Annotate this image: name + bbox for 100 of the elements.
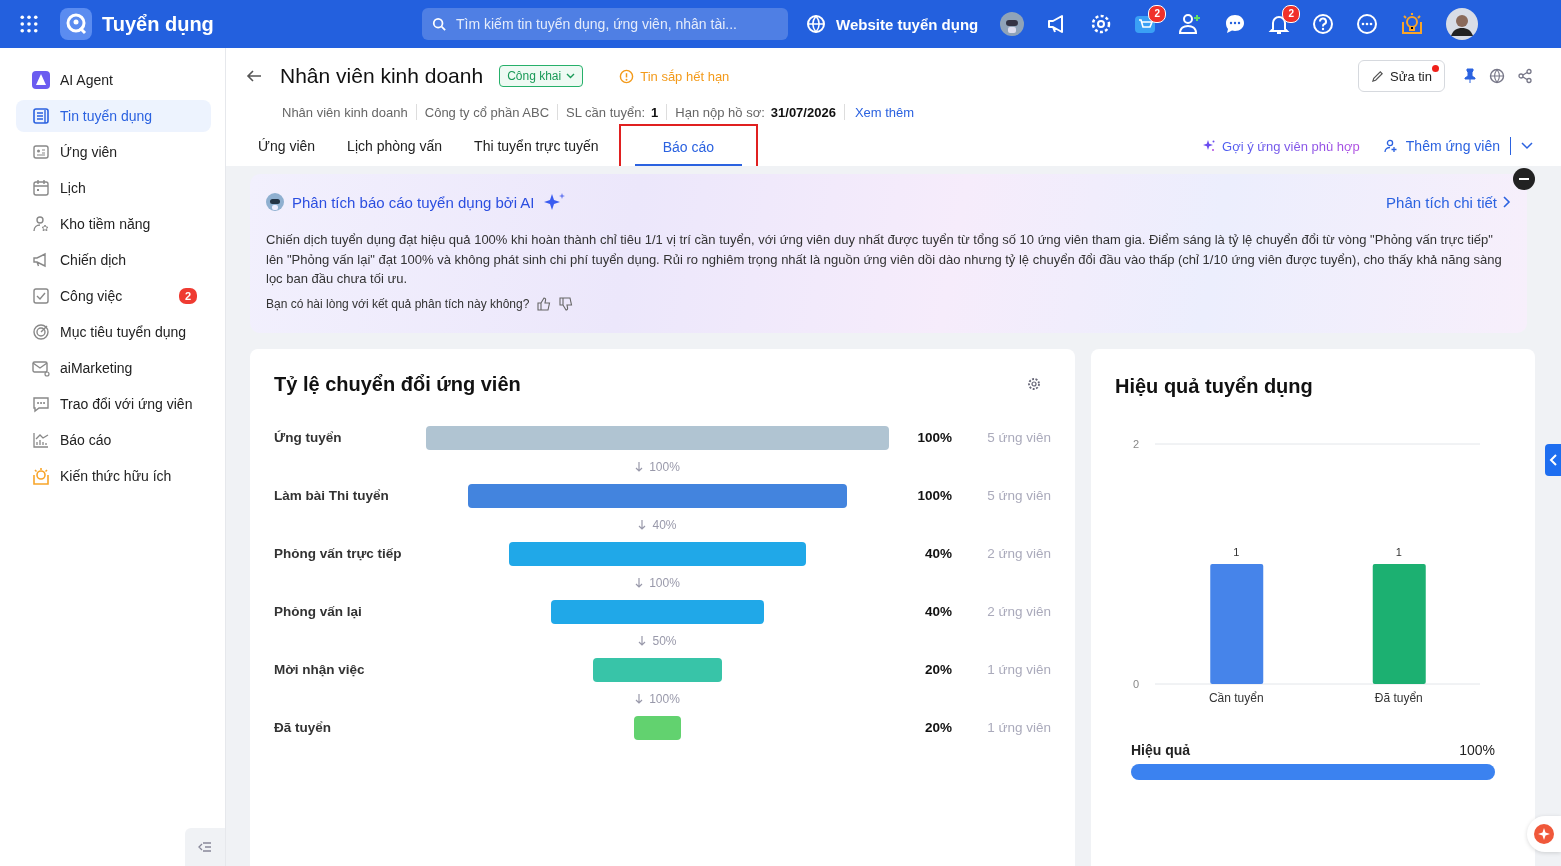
apps-icon[interactable] — [20, 15, 38, 33]
stage-percent: 100% — [916, 488, 952, 503]
stage-count: 5 ứng viên — [986, 488, 1051, 503]
stage-percent: 100% — [916, 430, 952, 445]
tab[interactable]: Ứng viên — [258, 128, 332, 164]
stage-name: Phỏng vấn lại — [274, 604, 363, 619]
down-arrow-icon — [635, 577, 644, 588]
job-meta-label: Hạn nộp hồ sơ: — [675, 104, 765, 120]
thumbs-up-icon[interactable] — [537, 296, 552, 311]
job-title: Nhân viên kinh doanh — [280, 64, 484, 88]
chevron-down-icon[interactable] — [1521, 142, 1533, 150]
sidebar-item[interactable]: Kiến thức hữu ích — [16, 460, 211, 492]
job-meta-value: 1 — [651, 104, 659, 120]
job-meta-label: SL cần tuyển: — [566, 104, 646, 120]
job-meta-label: Công ty cổ phần ABC — [424, 104, 550, 120]
conversion-rate: 100% — [649, 459, 680, 474]
stage-name: Mời nhận việc — [274, 662, 366, 677]
notification-dot — [1432, 65, 1439, 72]
sidebar-item-icon — [32, 179, 50, 197]
visibility-dropdown[interactable]: Công khai — [499, 65, 584, 87]
edit-button[interactable]: Sửa tin — [1358, 60, 1445, 92]
card-title: Tỷ lệ chuyển đổi ứng viên — [274, 372, 521, 396]
down-arrow-icon — [635, 693, 644, 704]
stage-percent: 40% — [923, 604, 952, 619]
back-arrow-icon[interactable] — [246, 69, 262, 83]
user-avatar[interactable] — [1446, 8, 1479, 40]
sidebar-item[interactable]: Mục tiêu tuyển dụng — [16, 316, 211, 348]
job-meta-value: 31/07/2026 — [770, 104, 836, 120]
sidebar-item-icon — [32, 467, 50, 485]
sidebar-item-icon — [32, 359, 50, 377]
tab[interactable]: Thi tuyển trực tuyến — [458, 128, 615, 164]
sidebar-item-icon — [32, 323, 50, 341]
conversion-rate: 100% — [649, 691, 680, 706]
sidebar-item[interactable]: Kho tiềm năng — [16, 208, 211, 240]
settings-icon[interactable] — [1027, 377, 1041, 391]
chevron-right-icon — [1503, 196, 1511, 208]
sidebar-item[interactable]: Trao đổi với ứng viên — [16, 388, 211, 420]
stage-percent: 20% — [923, 662, 952, 677]
tab[interactable]: Lịch phòng vấn — [331, 128, 459, 164]
lightbulb-icon[interactable] — [1400, 12, 1425, 36]
see-more-link[interactable]: Xem thêm — [854, 104, 915, 120]
x-axis-label: Cần tuyển — [1208, 690, 1264, 705]
count-badge: 2 — [178, 288, 197, 304]
thumbs-down-icon[interactable] — [559, 296, 574, 311]
add-user-icon — [1383, 139, 1398, 153]
more-icon[interactable] — [1356, 13, 1379, 35]
y-tick-label: 0 — [1132, 677, 1139, 690]
sidebar-item[interactable]: AI Agent — [16, 64, 211, 96]
sidebar-item-icon — [32, 395, 50, 413]
collapse-panel-button[interactable] — [1513, 168, 1535, 190]
sidebar-item[interactable]: Công việc 2 — [16, 280, 211, 312]
collapse-icon — [198, 841, 212, 853]
stage-percent: 20% — [923, 720, 952, 735]
sidebar-item[interactable]: Lịch — [16, 172, 211, 204]
globe-icon[interactable] — [1489, 68, 1505, 84]
add-user-icon[interactable] — [1178, 12, 1203, 36]
help-icon[interactable] — [1312, 13, 1335, 35]
app-title: Tuyển dụng — [102, 12, 215, 36]
sidebar-item[interactable]: Tin tuyển dụng — [16, 100, 211, 132]
website-link[interactable]: Website tuyển dụng — [836, 15, 979, 33]
add-candidate-button[interactable]: Thêm ứng viên — [1383, 138, 1500, 154]
progress-reading: 100% — [1459, 741, 1495, 758]
stage-count: 5 ứng viên — [986, 430, 1051, 445]
robot-avatar-icon[interactable] — [1000, 12, 1025, 36]
sidebar-item[interactable]: aiMarketing — [16, 352, 211, 384]
chevron-left-icon — [1549, 454, 1557, 466]
stage-percent: 40% — [923, 546, 952, 561]
sidebar-item[interactable]: Ứng viên — [16, 136, 211, 168]
bot-icon — [266, 193, 284, 211]
bar-value-label: 1 — [1395, 545, 1402, 558]
notification-badge: 2 — [1282, 5, 1301, 23]
pin-icon[interactable] — [1463, 68, 1477, 84]
bar-value-label: 1 — [1233, 545, 1240, 558]
stage-count: 1 ứng viên — [986, 662, 1051, 677]
stage-name: Đã tuyển — [274, 720, 332, 735]
search-field[interactable]: Tìm kiếm tin tuyển dụng, ứng viên, nhân tài... — [422, 8, 788, 40]
caret-icon — [566, 73, 576, 79]
feedback-question: Bạn có hài lòng với kết quả phân tích này không? — [266, 296, 530, 311]
warning-icon — [619, 68, 635, 84]
share-icon[interactable] — [1517, 68, 1533, 84]
down-arrow-icon — [635, 461, 644, 472]
y-tick-label: 2 — [1132, 437, 1139, 450]
detailed-analysis-link[interactable]: Phân tích chi tiết — [1386, 193, 1511, 211]
conversion-rate: 50% — [652, 633, 677, 648]
sidebar-item-icon — [32, 107, 50, 125]
down-arrow-icon — [638, 519, 647, 530]
sidebar-item[interactable]: Báo cáo — [16, 424, 211, 456]
settings-icon[interactable] — [1090, 13, 1113, 35]
sidebar-item-icon — [32, 287, 50, 305]
expand-panel-button[interactable] — [1545, 444, 1561, 476]
conversion-rate: 40% — [652, 517, 677, 532]
pencil-icon — [1371, 69, 1385, 83]
sparkle-icon — [1534, 824, 1554, 844]
sidebar-item[interactable]: Chiến dịch — [16, 244, 211, 276]
conversion-rate: 100% — [649, 575, 680, 590]
job-meta-label: Nhân viên kinh doanh — [282, 104, 408, 120]
ai-assistant-button[interactable] — [1527, 816, 1561, 852]
sidebar-item-icon — [32, 215, 50, 233]
chat-icon[interactable] — [1224, 13, 1247, 35]
search-icon — [432, 17, 446, 31]
